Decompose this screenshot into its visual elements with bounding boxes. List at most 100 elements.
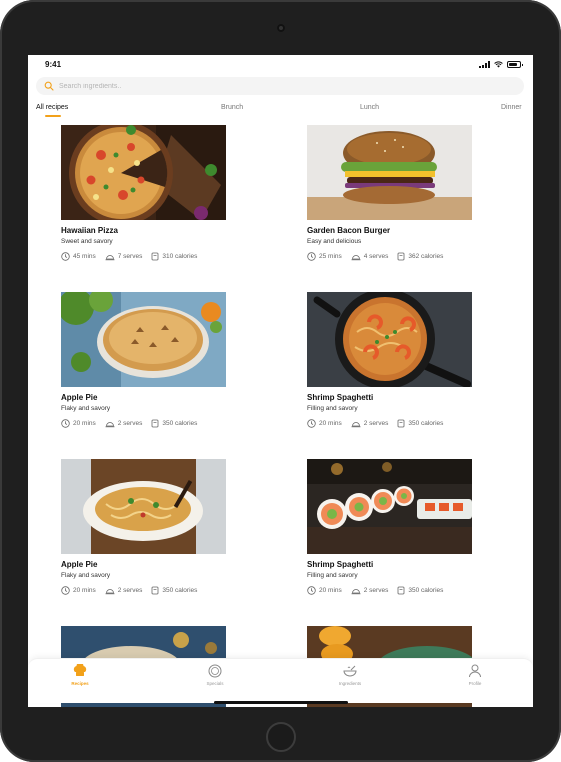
home-indicator	[214, 701, 348, 704]
servings: 7 serves	[105, 253, 142, 261]
cloche-icon	[351, 421, 361, 427]
recipe-meta: 45 mins 7 serves 310 calories	[61, 252, 226, 261]
recipe-title: Shrimp Spaghetti	[307, 560, 374, 569]
recipe-meta: 20 mins 2 serves 350 calories	[61, 419, 226, 428]
recipe-meta: 20 mins 2 serves 350 calories	[307, 586, 472, 595]
servings: 4 serves	[351, 253, 389, 261]
recipe-meta: 20 mins 2 serves 350 calories	[307, 419, 472, 428]
nav-recipes[interactable]: Recipes	[60, 664, 100, 686]
nav-label: Recipes	[71, 681, 89, 686]
cloche-icon	[351, 588, 361, 594]
recipe-card[interactable]: Apple Pie Flaky and savory 20 mins 2 ser…	[61, 292, 226, 428]
recipe-subtitle: Sweet and savory	[61, 238, 113, 245]
cook-time-value: 20 mins	[73, 420, 96, 427]
recipe-title: Garden Bacon Burger	[307, 226, 391, 235]
calories-icon	[397, 586, 405, 595]
recipe-image	[61, 292, 226, 387]
calories-icon	[397, 419, 405, 428]
bottom-nav: Recipes Specials Ingredients Profile	[28, 658, 533, 703]
recipe-card[interactable]: Apple Pie Flaky and savory 20 mins 2 ser…	[61, 459, 226, 595]
cook-time: 25 mins	[307, 252, 342, 261]
category-tabs: All recipes Brunch Lunch Dinner	[28, 102, 533, 118]
calories-icon	[151, 586, 159, 595]
clock-icon	[61, 586, 70, 595]
status-icons	[479, 61, 523, 68]
clock-icon	[307, 586, 316, 595]
recipe-subtitle: Easy and delicious	[307, 238, 362, 245]
cook-time-value: 20 mins	[73, 587, 96, 594]
search-bar[interactable]	[36, 77, 524, 95]
recipe-title: Apple Pie	[61, 393, 98, 402]
cook-time: 20 mins	[61, 586, 96, 595]
calories-value: 350 calories	[408, 420, 444, 427]
calories: 350 calories	[151, 586, 197, 595]
nav-label: Ingredients	[338, 681, 362, 686]
recipe-meta: 25 mins 4 serves 362 calories	[307, 252, 472, 261]
clock-icon	[61, 419, 70, 428]
recipe-card[interactable]: Shrimp Spaghetti Filling and savory 20 m…	[307, 459, 472, 595]
app-screen: 9:41 All recipes	[28, 55, 533, 707]
nav-ingredients[interactable]: Ingredients	[330, 664, 370, 686]
search-input[interactable]	[59, 82, 479, 90]
recipe-subtitle: Flaky and savory	[61, 405, 111, 412]
plate-icon	[208, 664, 222, 678]
calories-value: 350 calories	[408, 587, 444, 594]
cook-time-value: 20 mins	[319, 587, 342, 594]
calories: 362 calories	[397, 252, 443, 261]
status-time: 9:41	[45, 60, 62, 69]
recipe-card[interactable]: Garden Bacon Burger Easy and delicious 2…	[307, 125, 472, 261]
cloche-icon	[105, 254, 115, 260]
nav-specials[interactable]: Specials	[195, 664, 235, 686]
cloche-icon	[351, 254, 361, 260]
servings-value: 2 serves	[117, 587, 143, 594]
cook-time-value: 25 mins	[319, 253, 342, 260]
servings: 2 serves	[105, 420, 142, 428]
nav-label: Profile	[468, 681, 482, 686]
camera-dot	[277, 24, 285, 32]
recipe-image	[307, 459, 472, 554]
calories-value: 310 calories	[162, 253, 198, 260]
servings-value: 2 serves	[363, 587, 389, 594]
servings: 2 serves	[351, 587, 389, 595]
tab-brunch[interactable]: Brunch	[221, 104, 243, 111]
nav-profile[interactable]: Profile	[455, 664, 495, 686]
home-button[interactable]	[266, 722, 296, 752]
recipe-title: Apple Pie	[61, 560, 98, 569]
calories-icon	[397, 252, 405, 261]
bowl-icon	[343, 665, 357, 677]
recipe-image	[307, 292, 472, 387]
tablet-frame: 9:41 All recipes	[0, 0, 561, 762]
recipe-meta: 20 mins 2 serves 350 calories	[61, 586, 226, 595]
recipe-subtitle: Filling and savory	[307, 572, 358, 579]
calories-icon	[151, 419, 159, 428]
calories-value: 350 calories	[162, 587, 198, 594]
recipe-image	[307, 125, 472, 220]
calories-value: 350 calories	[162, 420, 198, 427]
tab-lunch[interactable]: Lunch	[360, 104, 379, 111]
cloche-icon	[105, 588, 115, 594]
clock-icon	[307, 419, 316, 428]
calories: 350 calories	[151, 419, 197, 428]
signal-icon	[479, 61, 490, 68]
recipe-title: Shrimp Spaghetti	[307, 393, 374, 402]
calories: 350 calories	[397, 419, 443, 428]
cook-time-value: 20 mins	[319, 420, 342, 427]
cook-time: 45 mins	[61, 252, 96, 261]
servings: 2 serves	[351, 420, 388, 428]
active-tab-indicator	[45, 115, 61, 117]
chef-hat-icon	[73, 664, 87, 676]
tab-dinner[interactable]: Dinner	[501, 104, 522, 111]
nav-label: Specials	[206, 681, 224, 686]
battery-icon	[507, 61, 523, 68]
cook-time: 20 mins	[307, 586, 342, 595]
recipe-card[interactable]: Hawaiian Pizza Sweet and savory 45 mins …	[61, 125, 226, 261]
tab-all-recipes[interactable]: All recipes	[36, 104, 68, 111]
servings-value: 4 serves	[363, 253, 389, 260]
cook-time-value: 45 mins	[73, 253, 96, 260]
recipe-subtitle: Filling and savory	[307, 405, 358, 412]
cook-time: 20 mins	[61, 419, 96, 428]
recipe-image	[61, 125, 226, 220]
recipe-subtitle: Flaky and savory	[61, 572, 111, 579]
recipe-card[interactable]: Shrimp Spaghetti Filling and savory 20 m…	[307, 292, 472, 428]
recipe-title: Hawaiian Pizza	[61, 226, 118, 235]
